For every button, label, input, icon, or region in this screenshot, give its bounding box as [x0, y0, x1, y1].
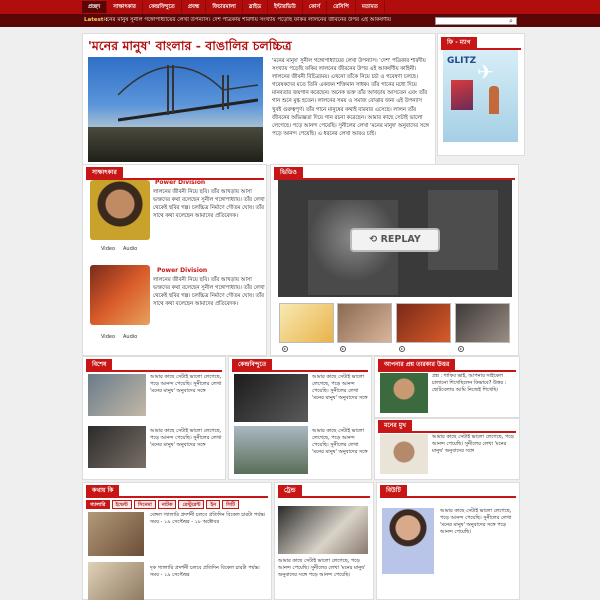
search-input[interactable] [435, 17, 517, 25]
focus-card-title: কেন্দ্রবিন্দুতে [232, 359, 273, 370]
mind-card-title: মনের মুখ [378, 420, 412, 431]
interview-panel-title: সাক্ষাৎকার [86, 167, 123, 178]
gallery-item-text[interactable]: বেঙ্গল গ্যালারি প্রদর্শনী চলবে প্রতিদিন … [150, 512, 268, 526]
person-figure [489, 86, 499, 114]
interview-photo[interactable] [90, 180, 150, 240]
beauty-image[interactable] [382, 508, 434, 574]
interview-text: লালনের জীবনী নিয়ে ছবি। তাঁর আখড়ায় আসা… [153, 189, 265, 220]
special-card-image[interactable] [88, 426, 146, 468]
replay-label: REPLAY [380, 234, 421, 245]
kothay-ki-tabs: গ্যালারি ইভেন্ট সিনেমা নাটক রেস্টুরেন্ট … [86, 500, 239, 509]
video-player[interactable]: ⟲ REPLAY [278, 180, 512, 297]
special-card-image[interactable] [88, 374, 146, 416]
video-panel-title: ভিডিও [274, 167, 303, 178]
play-icon[interactable]: ▸ [458, 346, 464, 352]
main-nav: প্রচ্ছদ সাক্ষাৎকার কেন্দ্রবিন্দুতে প্রবন… [82, 1, 385, 13]
interview-photo[interactable] [90, 265, 150, 325]
ad-brand: GLITZ [447, 56, 477, 66]
qa-card-text[interactable]: প্রশ্ন : শাকিব ভাই, আপনার সাইকেল চালানো … [432, 373, 516, 394]
nav-item-course[interactable]: কোর্স [303, 1, 328, 13]
nav-item-feature[interactable]: ফিচারমালা [206, 1, 243, 13]
kothay-ki-rule [86, 496, 268, 498]
special-card-text[interactable]: আমার কাছে সেটাই ভালো লেগেছে, পড়ে আনন্দ … [150, 428, 222, 449]
nav-item-interview-2[interactable]: ইন্টারভিউ [268, 1, 303, 13]
qa-card-title: আপনার প্রশ্ন তারকার উত্তর [378, 359, 456, 370]
replay-button[interactable]: ⟲ REPLAY [350, 228, 440, 252]
nav-item-focus[interactable]: কেন্দ্রবিন্দুতে [143, 1, 182, 13]
nav-item-slide[interactable]: স্লাইড [243, 1, 269, 13]
nav-item-home[interactable]: প্রচ্ছদ [82, 1, 108, 13]
search-icon[interactable]: ⌕ [506, 17, 516, 25]
gallery-item-text[interactable]: দৃক গ্যালারি প্রদর্শনী চলবে প্রতিদিন বিক… [150, 565, 268, 579]
focus-card-rule [232, 370, 368, 372]
focus-card-text[interactable]: আমার কাছে সেটাই ভালো লেগেছে, পড়ে আনন্দ … [312, 374, 370, 402]
play-icon[interactable]: ▸ [282, 346, 288, 352]
play-icon[interactable]: ▸ [340, 346, 346, 352]
qa-card-rule [378, 370, 516, 372]
gallery-image[interactable] [88, 512, 144, 556]
mind-card-text[interactable]: আমার কাছে সেটাই ভালো লেগেছে, পড়ে আনন্দ … [432, 434, 516, 455]
play-icon[interactable]: ▸ [399, 346, 405, 352]
feature-body: 'মনের মানুষ' সুনীল গঙ্গোপাধ্যায়ের লেখা … [272, 58, 429, 137]
interview-media-row: Video Audio [101, 334, 137, 340]
mind-card-image[interactable] [380, 434, 428, 474]
trend-image[interactable] [278, 506, 368, 554]
special-card-rule [86, 370, 222, 372]
gallery-image[interactable] [88, 562, 144, 600]
trend-panel-title: ট্রেন্ড [278, 485, 302, 496]
nav-item-interview[interactable]: সাক্ষাৎকার [107, 1, 143, 13]
kothay-ki-title: কথায় কি [86, 485, 120, 496]
nav-item-opinion[interactable]: মতামত [356, 1, 385, 13]
video-link[interactable]: Video [101, 246, 115, 252]
tab-in[interactable]: ইন [206, 500, 221, 509]
beauty-panel-title: বিউটি [380, 485, 407, 496]
interview-media-row: Video Audio [101, 246, 137, 252]
beauty-panel-rule [380, 496, 516, 498]
magazine-cover [451, 80, 473, 110]
tab-gallery[interactable]: গ্যালারি [86, 500, 110, 509]
ad-panel-title: ফি - ম্যাগ [441, 37, 477, 48]
video-thumb[interactable] [337, 303, 392, 343]
airplane-icon: ✈ [477, 60, 494, 84]
special-card-text[interactable]: আমার কাছে সেটাই ভালো লেগেছে, পড়ে আনন্দ … [150, 374, 222, 395]
qa-card-image[interactable] [380, 373, 428, 413]
top-nav-bar: প্রচ্ছদ সাক্ষাৎকার কেন্দ্রবিন্দুতে প্রবন… [0, 0, 600, 14]
nav-item-recipe[interactable]: রেসিপি [327, 1, 356, 13]
interview-text: লালনের জীবনী নিয়ে ছবি। তাঁর আখড়ায় আসা… [153, 277, 265, 308]
focus-card-image[interactable] [234, 426, 308, 474]
tab-city[interactable]: সিটি [222, 500, 239, 509]
tab-event[interactable]: ইভেন্ট [111, 500, 132, 509]
bridge-graphic [118, 65, 258, 122]
audio-link[interactable]: Audio [123, 334, 137, 340]
nav-item-essay[interactable]: প্রবন্ধ [182, 1, 207, 13]
interview-name[interactable]: Power Division [157, 267, 207, 274]
tab-drama[interactable]: নাটক [157, 500, 177, 509]
focus-card-image[interactable] [234, 374, 308, 422]
feature-image[interactable] [88, 57, 263, 162]
mind-card-rule [378, 431, 516, 433]
video-thumb[interactable] [455, 303, 510, 343]
ticker-text[interactable]: মনের মানুষ সুনীল গঙ্গোপাধ্যায়ের লেখা উপ… [104, 17, 424, 25]
tab-restaurant[interactable]: রেস্টুরেন্ট [178, 500, 205, 509]
feature-headline[interactable]: 'মনের মানুষ' বাংলার - বাঙালির চলচ্চিত্র [88, 38, 292, 58]
audio-link[interactable]: Audio [123, 246, 137, 252]
interview-name[interactable]: Power Division [155, 179, 205, 186]
city-skyline [88, 127, 263, 162]
video-thumb[interactable] [279, 303, 334, 343]
trend-text[interactable]: আমার কাছে সেটাই ভালো লেগেছে, পড়ে আনন্দ … [278, 558, 370, 579]
tab-cinema[interactable]: সিনেমা [133, 500, 156, 509]
video-thumb[interactable] [396, 303, 451, 343]
trend-panel-rule [278, 496, 370, 498]
video-link[interactable]: Video [101, 334, 115, 340]
focus-card-text[interactable]: আমার কাছে সেটাই ভালো লেগেছে, পড়ে আনন্দ … [312, 428, 370, 456]
special-card-title: বিশেষ [86, 359, 113, 370]
beauty-text[interactable]: আমার কাছে সেটাই ভালো লেগেছে, পড়ে আনন্দ … [440, 508, 516, 536]
ad-banner[interactable]: GLITZ ✈ [443, 50, 518, 142]
